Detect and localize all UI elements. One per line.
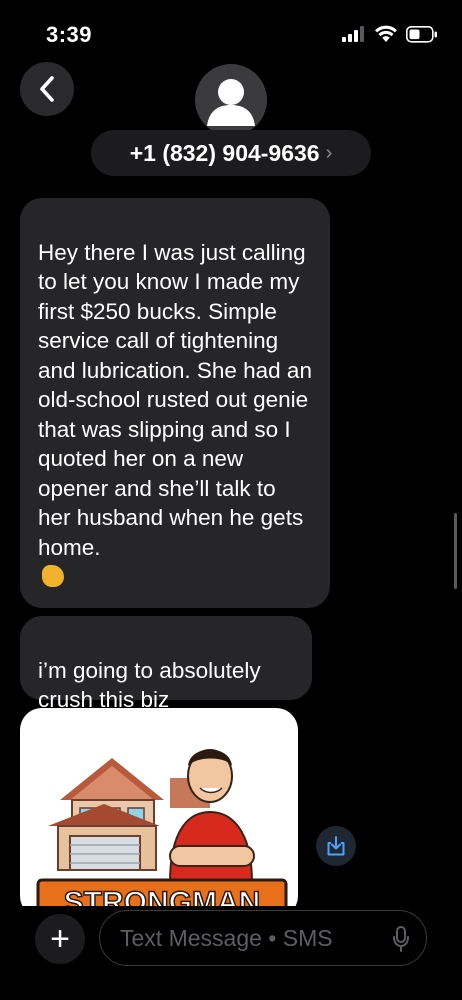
flexed-biceps-emoji-icon [42, 565, 64, 587]
contact-name: +1 (832) 904-9636 [129, 139, 320, 166]
message-input[interactable]: Text Message • SMS [99, 910, 427, 966]
contact-avatar[interactable] [195, 64, 267, 136]
message-text: i’m going to absolutely crush this biz [38, 657, 261, 713]
message-bubble-incoming[interactable]: Hey there I was just calling to let you … [20, 198, 330, 676]
save-image-button[interactable] [316, 826, 356, 866]
message-input-placeholder: Text Message • SMS [120, 924, 333, 951]
back-button[interactable] [20, 62, 74, 116]
cellular-signal-icon [342, 26, 364, 42]
status-time: 3:39 [46, 22, 93, 47]
plus-icon: + [50, 920, 70, 958]
messages-screen: 3:39 +1 (832) 904-9636 › Hey there I was… [0, 0, 462, 1000]
strongman-logo-image: STRONGMAN [36, 749, 288, 918]
battery-icon [406, 25, 437, 43]
contact-details-button[interactable]: +1 (832) 904-9636 › [91, 130, 371, 176]
microphone-icon[interactable] [392, 925, 410, 953]
scrollbar[interactable] [454, 513, 457, 589]
chevron-left-icon [40, 76, 54, 102]
wifi-icon [375, 25, 397, 42]
download-tray-icon [327, 836, 345, 856]
person-icon [207, 79, 255, 126]
message-bubble-incoming[interactable]: i’m going to absolutely crush this biz [20, 616, 312, 712]
message-text: Hey there I was just calling to let you … [38, 239, 312, 560]
add-attachment-button[interactable]: + [35, 914, 85, 964]
chevron-right-icon: › [325, 141, 333, 164]
image-attachment[interactable]: STRONGMAN [20, 708, 298, 918]
status-icons [342, 25, 438, 43]
